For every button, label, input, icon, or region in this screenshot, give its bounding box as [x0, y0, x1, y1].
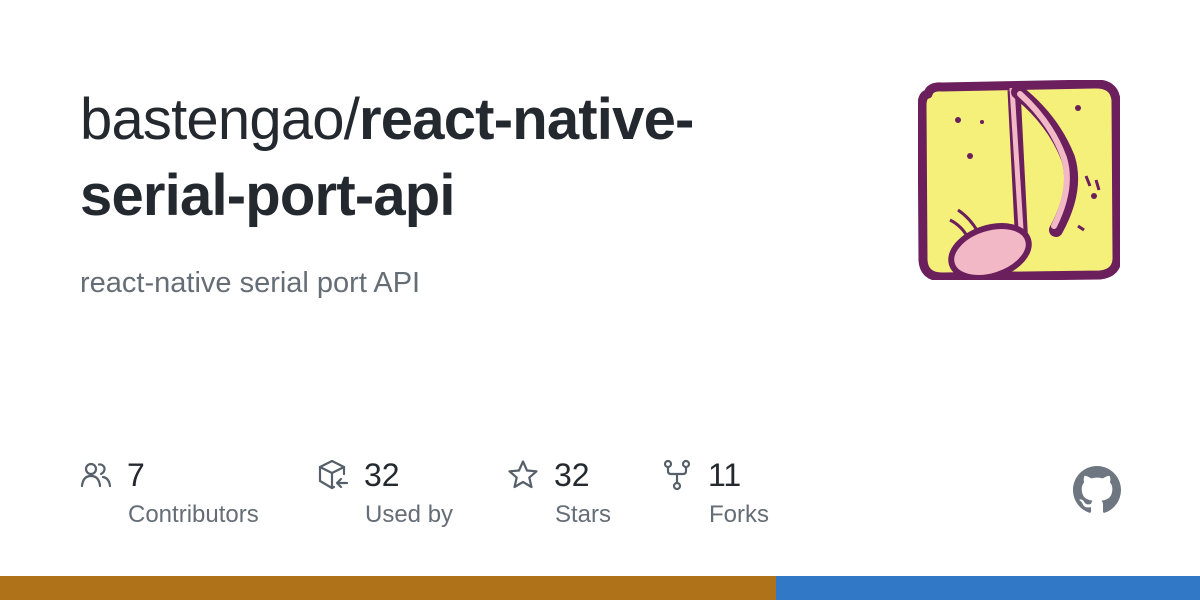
- repo-forked-icon: [663, 459, 691, 491]
- used-by-count: 32: [364, 457, 400, 493]
- owner-avatar[interactable]: [918, 80, 1120, 280]
- github-logo-icon[interactable]: [1073, 466, 1121, 514]
- star-icon: [508, 460, 538, 489]
- people-icon: [80, 462, 112, 488]
- forks-label: Forks: [709, 501, 769, 528]
- language-segment: [776, 576, 1200, 600]
- language-bar: [0, 576, 1200, 600]
- stars-count: 32: [554, 457, 590, 493]
- contributors-label: Contributors: [128, 501, 259, 528]
- repo-owner[interactable]: bastengao/: [80, 87, 360, 152]
- used-by-label: Used by: [365, 501, 454, 528]
- language-segment: [0, 576, 777, 600]
- repo-description: react-native serial port API: [80, 267, 421, 299]
- forks-count: 11: [708, 457, 742, 493]
- repo-title: bastengao/react-native-serial-port-api: [80, 82, 820, 234]
- stars-label: Stars: [555, 501, 612, 528]
- contributors-count: 7: [127, 457, 145, 493]
- package-dependents-icon: [318, 459, 349, 490]
